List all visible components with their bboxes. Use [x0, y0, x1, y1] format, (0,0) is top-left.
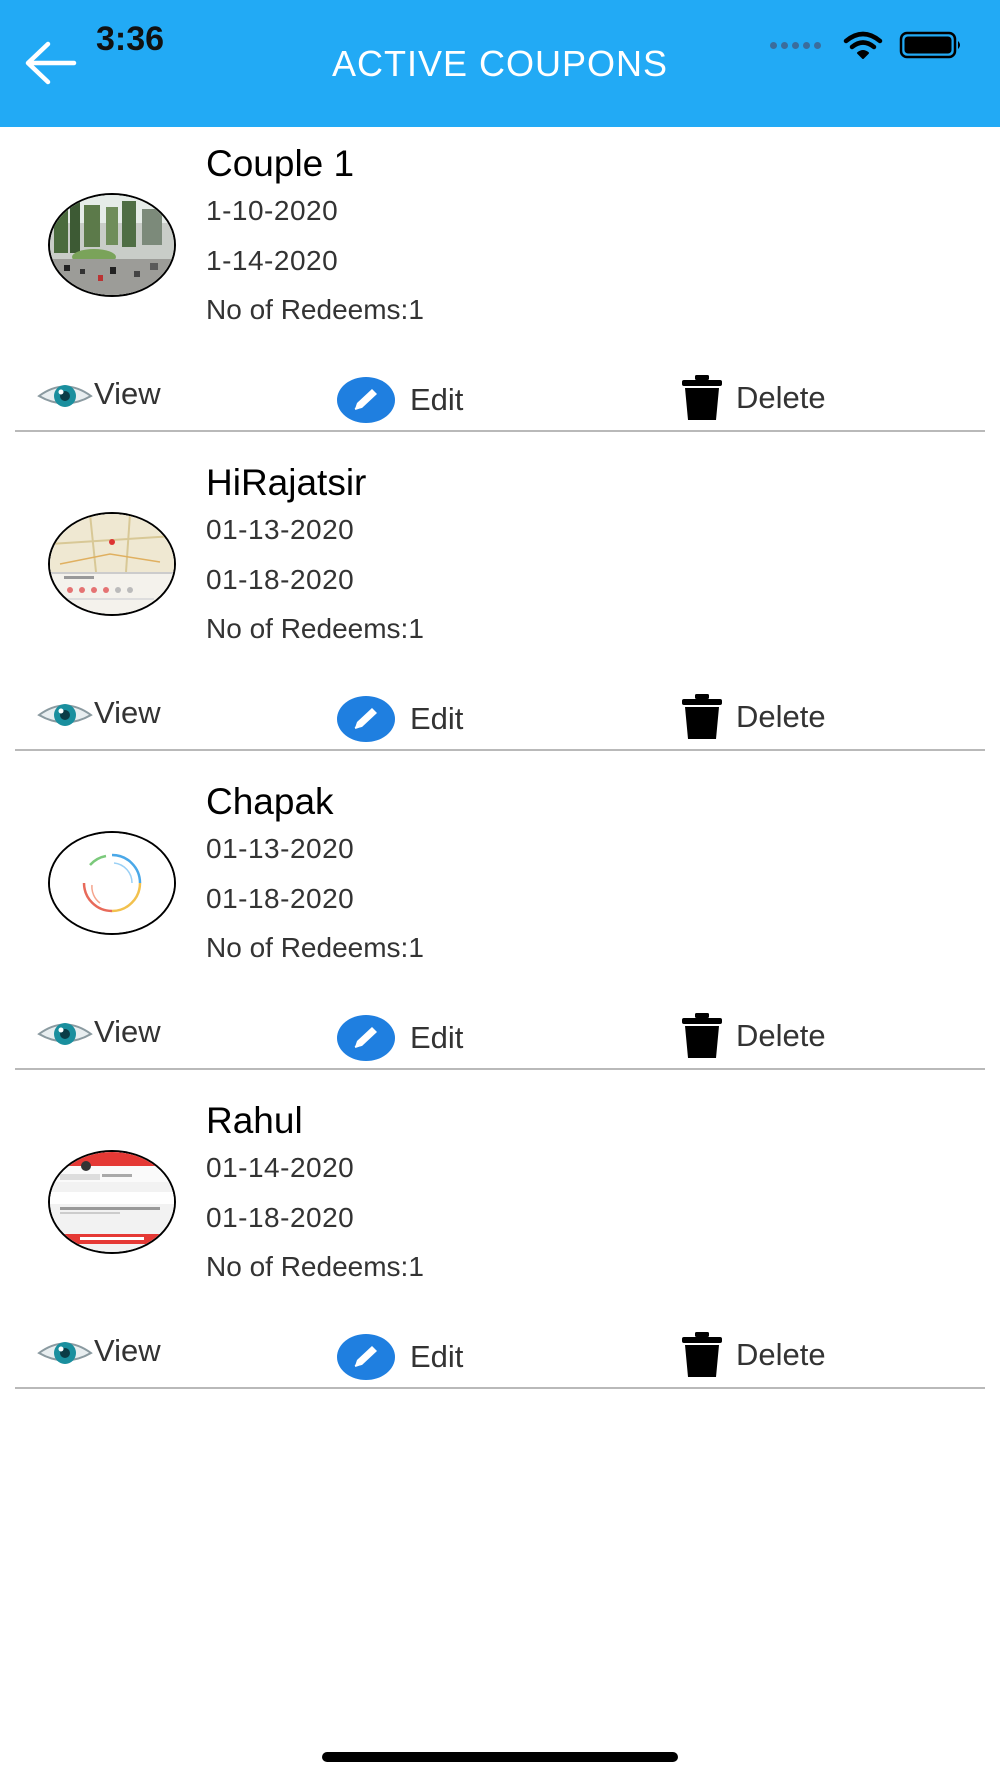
eye-icon [37, 385, 93, 407]
eye-icon [37, 1342, 93, 1364]
divider [15, 749, 985, 751]
wifi-icon [843, 31, 883, 59]
coupon-start-date: 01-13-2020 [206, 833, 355, 864]
edit-button[interactable]: Edit [336, 1333, 463, 1381]
coupon-start-date: 01-13-2020 [206, 514, 355, 545]
home-indicator[interactable] [322, 1752, 678, 1762]
eye-icon [37, 1023, 93, 1045]
divider [15, 1068, 985, 1070]
coupon-image-street-photo [48, 193, 176, 297]
coupon-image-app-screenshot [48, 1150, 176, 1254]
coupon-list: Couple 1 1-10-2020 1-14-2020 No of Redee… [0, 127, 1000, 1403]
status-icons [770, 27, 963, 63]
delete-button[interactable]: Delete [680, 693, 826, 741]
coupon-redeems: No of Redeems:1 [206, 294, 424, 325]
eye-icon [37, 704, 93, 726]
view-button[interactable]: View [36, 695, 161, 731]
coupon-card: Rahul 01-14-2020 01-18-2020 No of Redeem… [0, 1084, 1000, 1403]
delete-label: Delete [736, 1337, 826, 1372]
coupon-redeems: No of Redeems:1 [206, 613, 424, 644]
signal-dots-icon [770, 41, 821, 49]
trash-icon [682, 1332, 722, 1377]
delete-label: Delete [736, 1018, 826, 1053]
pencil-icon [337, 696, 395, 742]
coupon-end-date: 01-18-2020 [206, 564, 355, 595]
edit-button[interactable]: Edit [336, 376, 463, 424]
delete-button[interactable]: Delete [680, 1331, 826, 1379]
view-label: View [94, 695, 161, 730]
edit-button[interactable]: Edit [336, 1014, 463, 1062]
battery-icon [899, 31, 960, 59]
coupon-title: Couple 1 [206, 143, 355, 184]
trash-icon [682, 375, 722, 420]
coupon-card: HiRajatsir 01-13-2020 01-18-2020 No of R… [0, 446, 1000, 765]
divider [15, 430, 985, 432]
coupon-image-loading-ring [48, 831, 176, 935]
pencil-icon [337, 377, 395, 423]
coupon-redeems: No of Redeems:1 [206, 1251, 424, 1282]
trash-icon [682, 1013, 722, 1058]
edit-button[interactable]: Edit [336, 695, 463, 743]
divider [15, 1387, 985, 1389]
delete-button[interactable]: Delete [680, 1012, 826, 1060]
coupon-start-date: 1-10-2020 [206, 195, 339, 226]
delete-button[interactable]: Delete [680, 374, 826, 422]
edit-label: Edit [410, 1339, 464, 1374]
view-label: View [94, 1014, 161, 1049]
app-header: 3:36 ACTIVE COUPONS [0, 0, 1000, 127]
coupon-image-map-screenshot [48, 512, 176, 616]
edit-label: Edit [410, 1020, 464, 1055]
edit-label: Edit [410, 701, 464, 736]
coupon-title: HiRajatsir [206, 462, 367, 503]
coupon-card: Couple 1 1-10-2020 1-14-2020 No of Redee… [0, 127, 1000, 446]
coupon-end-date: 1-14-2020 [206, 245, 339, 276]
view-button[interactable]: View [36, 376, 161, 412]
view-button[interactable]: View [36, 1333, 161, 1369]
coupon-title: Rahul [206, 1100, 303, 1141]
coupon-start-date: 01-14-2020 [206, 1152, 355, 1183]
view-label: View [94, 376, 161, 411]
delete-label: Delete [736, 380, 826, 415]
edit-label: Edit [410, 382, 464, 417]
view-label: View [94, 1333, 161, 1368]
coupon-card: Chapak 01-13-2020 01-18-2020 No of Redee… [0, 765, 1000, 1084]
delete-label: Delete [736, 699, 826, 734]
coupon-redeems: No of Redeems:1 [206, 932, 424, 963]
pencil-icon [337, 1015, 395, 1061]
pencil-icon [337, 1334, 395, 1380]
coupon-end-date: 01-18-2020 [206, 883, 355, 914]
view-button[interactable]: View [36, 1014, 161, 1050]
coupon-title: Chapak [206, 781, 334, 822]
coupon-end-date: 01-18-2020 [206, 1202, 355, 1233]
trash-icon [682, 694, 722, 739]
